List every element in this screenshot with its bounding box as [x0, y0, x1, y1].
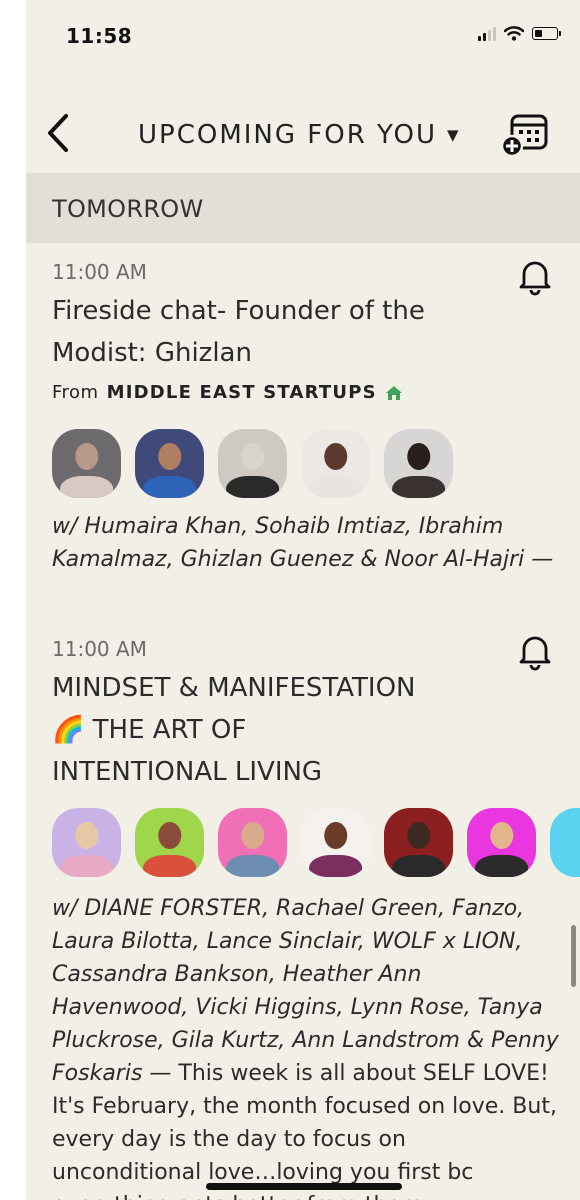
event-title-line: MINDSET & MANIFESTATION: [52, 673, 416, 703]
avatar-head: [240, 821, 265, 850]
avatar-body: [391, 475, 446, 498]
add-to-calendar-icon[interactable]: [500, 108, 552, 160]
event-speakers: w/ DIANE FORSTER, Rachael Green, Fanzo, …: [52, 892, 562, 1200]
avatar-body: [308, 854, 363, 877]
status-icons: [478, 26, 561, 41]
avatar-head: [572, 821, 580, 850]
header: UPCOMING FOR YOU ▼: [26, 100, 580, 170]
upcoming-filter-dropdown[interactable]: UPCOMING FOR YOU ▼: [138, 120, 459, 150]
avatar-head: [323, 821, 348, 850]
speaker-avatars: [52, 429, 453, 498]
avatar-body: [557, 854, 580, 877]
house-icon: [385, 385, 402, 400]
scrollbar[interactable]: [571, 925, 576, 987]
bell-icon[interactable]: [516, 631, 554, 671]
event-club[interactable]: From MIDDLE EAST STARTUPS: [52, 382, 403, 403]
avatar-body: [142, 854, 197, 877]
battery-icon: [532, 27, 561, 40]
event-title[interactable]: Fireside chat- Founder of the Modist: Gh…: [52, 290, 522, 374]
avatar-head: [406, 821, 431, 850]
avatar-body: [59, 475, 114, 498]
speaker-avatar[interactable]: [218, 429, 287, 498]
avatar-head: [74, 442, 99, 471]
app-screen: 11:58 UPCOMING FOR YOU ▼ TOMORROW 11:00 …: [26, 0, 580, 1200]
status-bar: 11:58: [26, 0, 580, 80]
avatar-head: [74, 821, 99, 850]
event-time: 11:00 AM: [52, 637, 147, 661]
avatar-body: [142, 475, 197, 498]
speaker-avatar[interactable]: [301, 808, 370, 877]
wifi-icon: [504, 26, 524, 41]
event-speakers: w/ Humaira Khan, Sohaib Imtiaz, Ibrahim …: [52, 514, 554, 572]
avatar-head: [240, 442, 265, 471]
status-time: 11:58: [66, 24, 133, 48]
speaker-avatar[interactable]: [52, 429, 121, 498]
avatar-head: [323, 442, 348, 471]
club-name: MIDDLE EAST STARTUPS: [106, 382, 377, 403]
avatar-body: [225, 475, 280, 498]
speaker-avatar[interactable]: [135, 808, 204, 877]
signal-icon: [478, 26, 496, 41]
speaker-avatar[interactable]: [384, 808, 453, 877]
avatar-body: [391, 854, 446, 877]
speaker-avatar[interactable]: [550, 808, 580, 877]
section-label: TOMORROW: [52, 195, 204, 223]
event-title-line: Fireside chat- Founder of the: [52, 296, 425, 326]
event-time: 11:00 AM: [52, 260, 147, 284]
speaker-avatars: [52, 808, 580, 877]
speaker-avatar[interactable]: [467, 808, 536, 877]
speaker-avatar[interactable]: [384, 429, 453, 498]
event-title-line: INTENTIONAL LIVING: [52, 757, 323, 787]
avatar-head: [489, 821, 514, 850]
avatar-head: [406, 442, 431, 471]
chevron-down-icon: ▼: [447, 126, 459, 144]
from-prefix: From: [52, 382, 99, 403]
avatar-head: [157, 821, 182, 850]
avatar-body: [59, 854, 114, 877]
speaker-avatar[interactable]: [135, 429, 204, 498]
event-title-line: 🌈 THE ART OF: [52, 715, 247, 745]
event-title[interactable]: MINDSET & MANIFESTATION 🌈 THE ART OF INT…: [52, 667, 522, 793]
speaker-list: w/ DIANE FORSTER, Rachael Green, Fanzo, …: [52, 896, 559, 1086]
home-indicator[interactable]: [206, 1183, 402, 1190]
avatar-body: [474, 854, 529, 877]
page-title: UPCOMING FOR YOU: [138, 120, 437, 150]
avatar-body: [225, 854, 280, 877]
event-title-line: Modist: Ghizlan: [52, 338, 252, 368]
speaker-avatar[interactable]: [52, 808, 121, 877]
event-card[interactable]: 11:00 AM MINDSET & MANIFESTATION 🌈 THE A…: [26, 625, 580, 1200]
back-arrow-icon[interactable]: [40, 110, 80, 156]
speaker-avatar[interactable]: [218, 808, 287, 877]
speaker-avatar[interactable]: [301, 429, 370, 498]
section-header: TOMORROW: [26, 173, 580, 243]
avatar-body: [308, 475, 363, 498]
event-card[interactable]: 11:00 AM Fireside chat- Founder of the M…: [26, 248, 580, 588]
avatar-head: [157, 442, 182, 471]
